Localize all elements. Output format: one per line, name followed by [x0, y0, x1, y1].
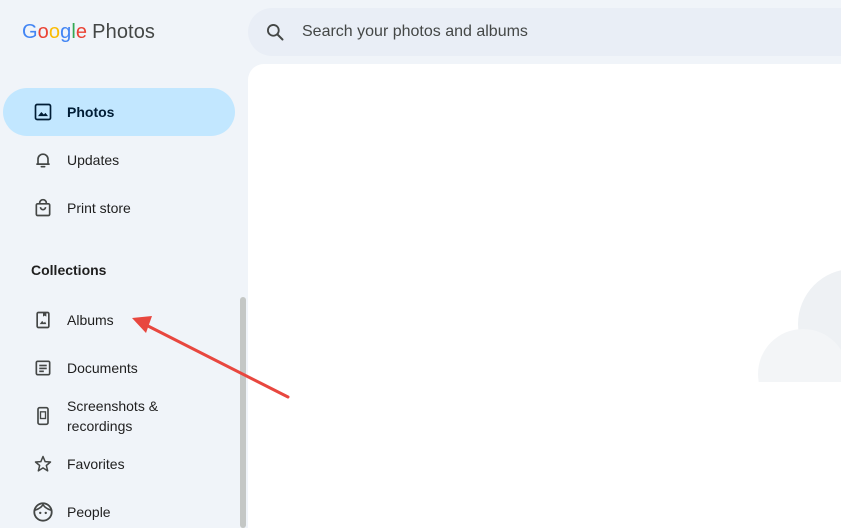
album-icon: [31, 308, 55, 332]
bell-icon: [31, 148, 55, 172]
google-photos-logo[interactable]: Google Photos: [22, 18, 155, 46]
collections-heading: Collections: [31, 262, 107, 278]
sidebar-item-photos[interactable]: Photos: [3, 88, 235, 136]
sidebar-item-label-line2: recordings: [67, 418, 133, 434]
star-icon: [31, 452, 55, 476]
search-icon[interactable]: [264, 21, 286, 43]
main-content: [248, 64, 841, 528]
logo-letter: e: [75, 20, 88, 43]
sidebar-item-label: Favorites: [67, 456, 125, 472]
sidebar-item-updates[interactable]: Updates: [3, 136, 235, 184]
sidebar-item-albums[interactable]: Albums: [3, 296, 235, 344]
empty-state-illustration: [748, 270, 841, 404]
sidebar-item-favorites[interactable]: Favorites: [3, 440, 235, 488]
logo-letter: g: [60, 20, 72, 43]
sidebar-item-label: Albums: [67, 312, 114, 328]
logo-wordmark: Google: [22, 21, 87, 44]
logo-letter: o: [48, 20, 61, 43]
sidebar-item-screenshots[interactable]: Screenshots & recordings: [3, 392, 235, 440]
document-icon: [31, 356, 55, 380]
photo-icon: [31, 100, 55, 124]
sidebar-scrollbar[interactable]: [240, 297, 246, 528]
search-input[interactable]: Search your photos and albums: [302, 23, 528, 41]
logo-letter: G: [22, 20, 38, 43]
sidebar-item-label: Updates: [67, 152, 120, 168]
search-bar[interactable]: Search your photos and albums: [248, 8, 841, 56]
phone-screenshot-icon: [31, 404, 55, 428]
logo-letter: o: [37, 20, 49, 43]
shopping-bag-icon: [31, 196, 55, 220]
sidebar-item-label: Photos: [67, 104, 115, 120]
product-name: Photos: [92, 20, 156, 43]
sidebar-item-label: People: [67, 504, 111, 520]
sidebar-item-people[interactable]: People: [3, 488, 235, 528]
sidebar-item-documents[interactable]: Documents: [3, 344, 235, 392]
sidebar-item-label: Documents: [67, 360, 138, 376]
sidebar-item-label: Screenshots &: [67, 398, 159, 414]
face-icon: [31, 500, 55, 524]
sidebar: Photos Updates Print store Collections A…: [0, 64, 246, 528]
sidebar-item-label: Print store: [67, 200, 131, 216]
sidebar-item-print-store[interactable]: Print store: [3, 184, 235, 232]
